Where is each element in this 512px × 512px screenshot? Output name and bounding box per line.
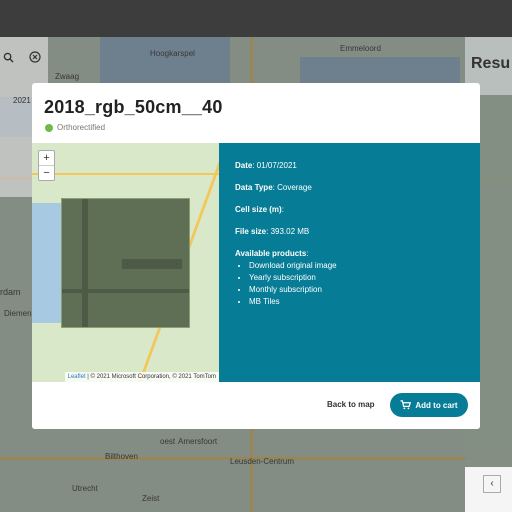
data-type-value: Coverage	[277, 183, 312, 192]
cart-icon	[400, 400, 412, 410]
dataset-details-modal: 2018_rgb_50cm__40 Orthorectified + − Lea…	[32, 83, 480, 429]
status-label: Orthorectified	[57, 123, 106, 132]
product-item: Download original image	[249, 261, 337, 270]
add-to-cart-button[interactable]: Add to cart	[390, 393, 468, 417]
date-value: 01/07/2021	[256, 161, 297, 170]
leaflet-link[interactable]: Leaflet	[68, 374, 86, 380]
orthophoto-footprint	[61, 198, 190, 328]
available-products: Available products: Download original im…	[235, 249, 337, 309]
preview-map[interactable]: + − Leaflet | © 2021 Microsoft Corporati…	[32, 143, 219, 382]
zoom-control: + −	[38, 150, 55, 181]
back-to-map-button[interactable]: Back to map	[327, 400, 375, 409]
file-size-value: 393.02 MB	[270, 227, 310, 236]
close-circle-icon[interactable]	[29, 50, 41, 68]
data-type-row: Data Type: Coverage	[235, 183, 312, 192]
attribution-text: | © 2021 Microsoft Corporation, © 2021 T…	[85, 374, 216, 380]
product-item: Monthly subscription	[249, 285, 337, 294]
status-dot-icon	[45, 123, 53, 132]
add-to-cart-label: Add to cart	[415, 400, 458, 410]
results-title: Resu	[471, 55, 511, 72]
search-bar	[0, 49, 44, 69]
modal-title: 2018_rgb_50cm__40	[44, 97, 223, 117]
status-badge: Orthorectified	[45, 123, 105, 132]
date-row: Date: 01/07/2021	[235, 161, 297, 170]
map-attribution: Leaflet | © 2021 Microsoft Corporation, …	[64, 372, 219, 382]
file-size-row: File size: 393.02 MB	[235, 227, 310, 236]
top-navigation-bar	[0, 0, 512, 37]
dataset-info-panel: Date: 01/07/2021 Data Type: Coverage Cel…	[219, 143, 480, 382]
results-pagination: ‹	[465, 467, 512, 512]
search-icon[interactable]	[3, 50, 14, 68]
zoom-in-button[interactable]: +	[39, 151, 54, 165]
product-item: Yearly subscription	[249, 273, 337, 282]
zoom-out-button[interactable]: −	[39, 165, 54, 180]
chevron-left-icon[interactable]: ‹	[483, 475, 501, 493]
year-filter[interactable]: 2021	[13, 96, 31, 105]
modal-footer: Back to map Add to cart	[32, 382, 480, 429]
cell-size-row: Cell size (m):	[235, 205, 284, 214]
product-item: MB Tiles	[249, 297, 337, 306]
